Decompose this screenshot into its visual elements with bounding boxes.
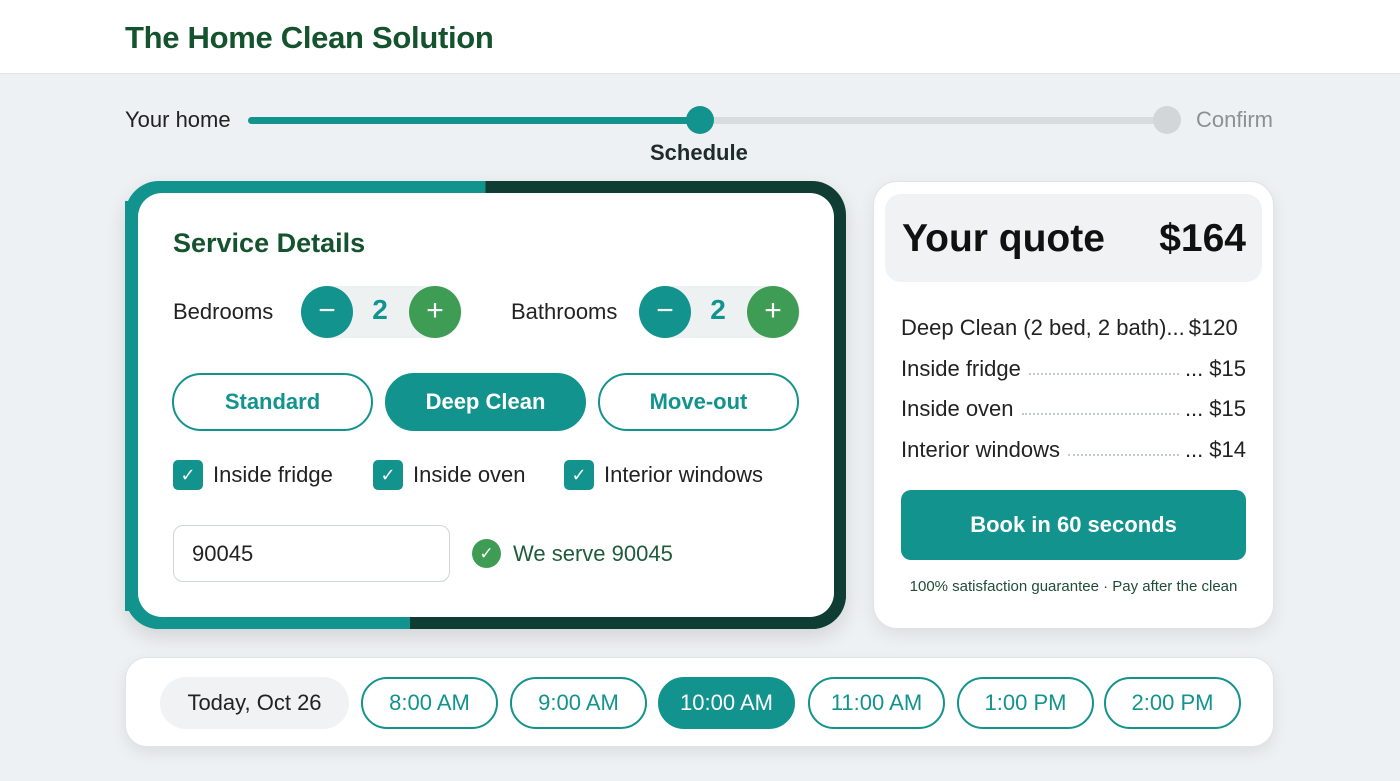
zip-code-input[interactable]: 90045 bbox=[173, 525, 450, 582]
book-button[interactable]: Book in 60 seconds bbox=[901, 490, 1246, 560]
line-item-dots: ... bbox=[1166, 315, 1185, 340]
addon-interior-windows[interactable]: ✓ Interior windows bbox=[564, 460, 763, 490]
line-item-label: Inside oven bbox=[901, 396, 1014, 421]
addon-label: Interior windows bbox=[604, 462, 763, 487]
line-item-label: Inside fridge bbox=[901, 356, 1021, 381]
quote-line-item: Deep Clean (2 bed, 2 bath) ... $120 bbox=[901, 313, 1246, 341]
line-item-dots: ... bbox=[1184, 396, 1204, 421]
step-schedule[interactable]: Schedule bbox=[650, 140, 748, 166]
zip-status: ✓ We serve 90045 bbox=[472, 539, 673, 568]
bedrooms-value: 2 bbox=[372, 294, 388, 325]
addon-inside-fridge[interactable]: ✓ Inside fridge bbox=[173, 460, 333, 490]
time-slot-button-selected[interactable]: 10:00 AM bbox=[658, 677, 795, 729]
bedrooms-increment-button[interactable]: + bbox=[409, 286, 461, 338]
clean-type-standard-button[interactable]: Standard bbox=[172, 373, 373, 431]
time-slot-button[interactable]: 11:00 AM bbox=[808, 677, 945, 729]
line-item-price: $14 bbox=[1209, 437, 1246, 462]
plus-icon: + bbox=[426, 294, 444, 327]
guarantee-note: 100% satisfaction guarantee · Pay after … bbox=[909, 578, 1238, 595]
bedrooms-decrement-button[interactable]: − bbox=[301, 286, 353, 338]
time-slot-button[interactable]: 8:00 AM bbox=[361, 677, 498, 729]
minus-icon: − bbox=[318, 294, 336, 327]
quote-total: $164 bbox=[1159, 217, 1246, 260]
checkbox-checked-icon[interactable]: ✓ bbox=[564, 460, 594, 490]
line-item-dots: ... bbox=[1184, 356, 1204, 381]
checkbox-checked-icon[interactable]: ✓ bbox=[173, 460, 203, 490]
line-item-label: Deep Clean (2 bed, 2 bath) bbox=[901, 315, 1167, 340]
quote-line-item: Inside fridge ... $15 bbox=[901, 354, 1246, 382]
step-confirm[interactable]: Confirm bbox=[1196, 107, 1273, 133]
checkbox-checked-icon[interactable]: ✓ bbox=[373, 460, 403, 490]
clean-type-move-out-button[interactable]: Move-out bbox=[598, 373, 799, 431]
current-step-dot bbox=[686, 106, 714, 134]
addon-inside-oven[interactable]: ✓ Inside oven bbox=[373, 460, 526, 490]
minus-icon: − bbox=[656, 294, 674, 327]
bathrooms-label: Bathrooms bbox=[511, 299, 618, 324]
dotted-leader bbox=[1021, 413, 1179, 415]
clean-type-deep-clean-button[interactable]: Deep Clean bbox=[385, 373, 586, 431]
line-item-label: Interior windows bbox=[901, 437, 1060, 462]
quote-line-item: Inside oven ... $15 bbox=[901, 394, 1246, 422]
quote-line-item: Interior windows ... $14 bbox=[901, 435, 1246, 463]
step-your-home[interactable]: Your home bbox=[125, 107, 231, 133]
line-item-price: $120 bbox=[1188, 315, 1238, 340]
quote-title: Your quote bbox=[902, 217, 1105, 260]
zip-status-text: We serve 90045 bbox=[513, 540, 673, 566]
addon-label: Inside fridge bbox=[213, 462, 333, 487]
top-header: The Home Clean Solution bbox=[0, 0, 1400, 74]
line-item-price: $15 bbox=[1209, 396, 1246, 421]
plus-icon: + bbox=[764, 294, 782, 327]
bedrooms-label: Bedrooms bbox=[173, 299, 274, 324]
time-slot-button[interactable]: 9:00 AM bbox=[510, 677, 647, 729]
line-item-price: $15 bbox=[1209, 356, 1246, 381]
time-slot-button[interactable]: 1:00 PM bbox=[957, 677, 1094, 729]
line-item-dots: ... bbox=[1184, 437, 1204, 462]
bathrooms-decrement-button[interactable]: − bbox=[639, 286, 691, 338]
dotted-leader bbox=[1067, 454, 1179, 456]
bathrooms-increment-button[interactable]: + bbox=[747, 286, 799, 338]
future-step-dot bbox=[1153, 106, 1181, 134]
dotted-leader bbox=[1028, 373, 1179, 375]
date-selector[interactable]: Today, Oct 26 bbox=[160, 677, 349, 729]
check-circle-icon: ✓ bbox=[472, 539, 501, 568]
progress-fill bbox=[248, 117, 699, 124]
service-details-title: Service Details bbox=[173, 228, 366, 258]
bathrooms-value: 2 bbox=[710, 294, 726, 325]
addon-label: Inside oven bbox=[413, 462, 526, 487]
time-slot-button[interactable]: 2:00 PM bbox=[1104, 677, 1241, 729]
brand-title[interactable]: The Home Clean Solution bbox=[125, 20, 494, 56]
